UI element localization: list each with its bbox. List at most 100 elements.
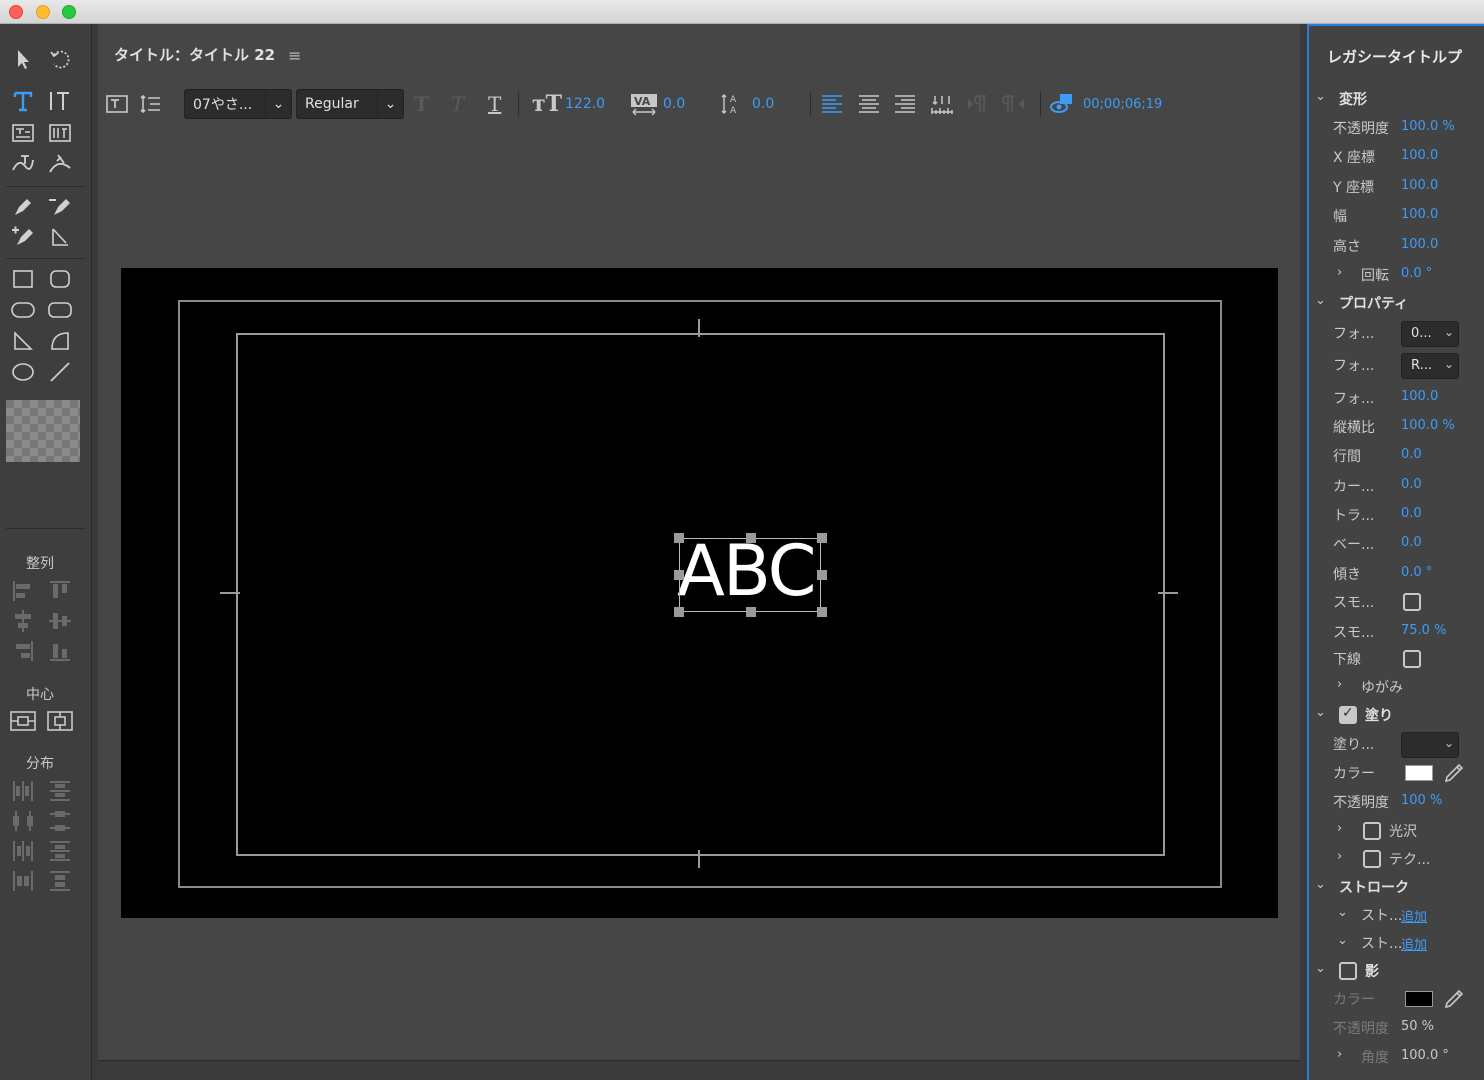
width-value[interactable]: 100.0 [1401, 207, 1438, 222]
add-inner-stroke-link[interactable]: 追加 [1401, 906, 1427, 925]
small-caps-checkbox[interactable] [1403, 593, 1421, 611]
font-style-dropdown[interactable]: Regular ⌄ [296, 89, 404, 119]
small-caps-size-value[interactable]: 75.0 % [1401, 623, 1446, 638]
resize-handle[interactable] [746, 533, 756, 543]
panel-menu-icon[interactable]: ≡ [288, 46, 301, 65]
eyedropper-icon[interactable] [1443, 762, 1465, 784]
sheen-checkbox[interactable] [1363, 822, 1381, 840]
shadow-opacity-value[interactable]: 50 % [1401, 1019, 1434, 1034]
section-transform[interactable]: ⌄ 変形 [1309, 86, 1484, 112]
chevron-right-icon[interactable]: › [1337, 821, 1342, 836]
eyedropper-icon[interactable] [1443, 988, 1465, 1010]
kerning-prop-value[interactable]: 0.0 [1401, 477, 1422, 492]
minimize-window-button[interactable] [36, 5, 50, 19]
font-family-dropdown[interactable]: 07やさ... ⌄ [184, 89, 292, 119]
height-value[interactable]: 100.0 [1401, 237, 1438, 252]
selection-tool-icon[interactable] [9, 46, 37, 72]
resize-handle[interactable] [674, 533, 684, 543]
font-size-value[interactable]: 122.0 [565, 90, 605, 118]
type-tool-icon[interactable] [9, 88, 37, 114]
shadow-checkbox[interactable] [1339, 962, 1357, 980]
arc-tool-icon[interactable] [46, 328, 74, 354]
font-family-mini-dropdown[interactable]: 0... ⌄ [1401, 321, 1459, 347]
leading-value[interactable]: 0.0 [752, 90, 774, 118]
zoom-window-button[interactable] [62, 5, 76, 19]
center-horizontal-icon[interactable] [10, 708, 36, 734]
vertical-type-tool-icon[interactable] [46, 88, 74, 114]
slant-value[interactable]: 0.0 ° [1401, 565, 1432, 580]
texture-checkbox[interactable] [1363, 850, 1381, 868]
selection-box[interactable] [674, 533, 827, 617]
underline-checkbox[interactable] [1403, 650, 1421, 668]
distribute-left-icon[interactable] [10, 778, 36, 804]
pen-tool-icon[interactable] [9, 194, 37, 220]
fill-opacity-value[interactable]: 100 % [1401, 793, 1442, 808]
align-left-icon[interactable] [10, 578, 36, 604]
timecode-value[interactable]: 00;00;06;19 [1083, 90, 1162, 118]
paragraph-ltr-icon[interactable] [966, 90, 990, 118]
chevron-down-icon[interactable]: ⌄ [1337, 933, 1348, 948]
tab-stops-icon[interactable] [930, 90, 954, 118]
close-window-button[interactable] [9, 5, 23, 19]
rounded-rectangle-tool-icon[interactable] [46, 266, 74, 292]
y-position-value[interactable]: 100.0 [1401, 178, 1438, 193]
aspect-value[interactable]: 100.0 % [1401, 418, 1455, 433]
resize-handle[interactable] [817, 607, 827, 617]
clipped-corner-rectangle-tool-icon[interactable] [9, 297, 37, 323]
distribute-top-icon[interactable] [47, 778, 73, 804]
align-horizontal-center-icon[interactable] [10, 608, 36, 634]
resize-handle[interactable] [674, 570, 684, 580]
chevron-right-icon[interactable]: › [1337, 265, 1342, 280]
font-size-prop-value[interactable]: 100.0 [1401, 389, 1438, 404]
path-type-tool-icon[interactable] [9, 151, 37, 177]
fill-checkbox[interactable] [1339, 705, 1357, 724]
line-tool-icon[interactable] [46, 359, 74, 385]
resize-handle[interactable] [817, 533, 827, 543]
new-title-icon[interactable] [105, 90, 129, 118]
delete-anchor-tool-icon[interactable] [46, 194, 74, 220]
align-vertical-center-icon[interactable] [47, 608, 73, 634]
add-anchor-tool-icon[interactable] [9, 224, 37, 250]
resize-handle[interactable] [674, 607, 684, 617]
section-stroke[interactable]: ⌄ ストローク [1309, 874, 1484, 900]
align-top-icon[interactable] [47, 578, 73, 604]
chevron-down-icon[interactable]: ⌄ [1337, 905, 1348, 920]
vertical-path-type-tool-icon[interactable] [46, 151, 74, 177]
show-background-video-icon[interactable] [1050, 90, 1074, 118]
rotate-tool-icon[interactable] [46, 46, 74, 72]
x-position-value[interactable]: 100.0 [1401, 148, 1438, 163]
underline-icon[interactable]: T [488, 90, 501, 118]
distribute-spacing-h-icon[interactable] [10, 868, 36, 894]
align-text-left-icon[interactable] [820, 90, 844, 118]
align-bottom-icon[interactable] [47, 638, 73, 664]
add-outer-stroke-link[interactable]: 追加 [1401, 934, 1427, 953]
resize-handle[interactable] [817, 570, 827, 580]
distribute-right-icon[interactable] [10, 838, 36, 864]
paragraph-rtl-icon[interactable] [1002, 90, 1026, 118]
ellipse-tool-icon[interactable] [9, 359, 37, 385]
distribute-center-h-icon[interactable] [10, 808, 36, 834]
italic-icon[interactable]: T [451, 90, 464, 118]
rounded-corner-rectangle-tool-icon[interactable] [46, 297, 74, 323]
chevron-right-icon[interactable]: › [1337, 849, 1342, 864]
kerning-value[interactable]: 0.0 [663, 90, 685, 118]
baseline-value[interactable]: 0.0 [1401, 535, 1422, 550]
title-canvas[interactable]: ABC [121, 268, 1278, 918]
leading-prop-value[interactable]: 0.0 [1401, 447, 1422, 462]
section-shadow[interactable]: ⌄ 影 [1309, 958, 1484, 984]
align-text-center-icon[interactable] [857, 90, 881, 118]
align-right-icon[interactable] [10, 638, 36, 664]
align-text-right-icon[interactable] [893, 90, 917, 118]
fill-color-swatch[interactable] [1405, 765, 1433, 781]
convert-anchor-tool-icon[interactable] [46, 224, 74, 250]
shadow-angle-value[interactable]: 100.0 ° [1401, 1048, 1449, 1063]
section-fill[interactable]: ⌄塗り [1309, 702, 1484, 728]
chevron-right-icon[interactable]: › [1337, 1047, 1342, 1062]
rotation-value[interactable]: 0.0 ° [1401, 266, 1432, 281]
distribute-center-v-icon[interactable] [47, 808, 73, 834]
area-type-tool-icon[interactable] [9, 120, 37, 146]
distribute-spacing-v-icon[interactable] [47, 868, 73, 894]
tracking-value[interactable]: 0.0 [1401, 506, 1422, 521]
roll-crawl-options-icon[interactable] [140, 90, 164, 118]
rectangle-tool-icon[interactable] [9, 266, 37, 292]
